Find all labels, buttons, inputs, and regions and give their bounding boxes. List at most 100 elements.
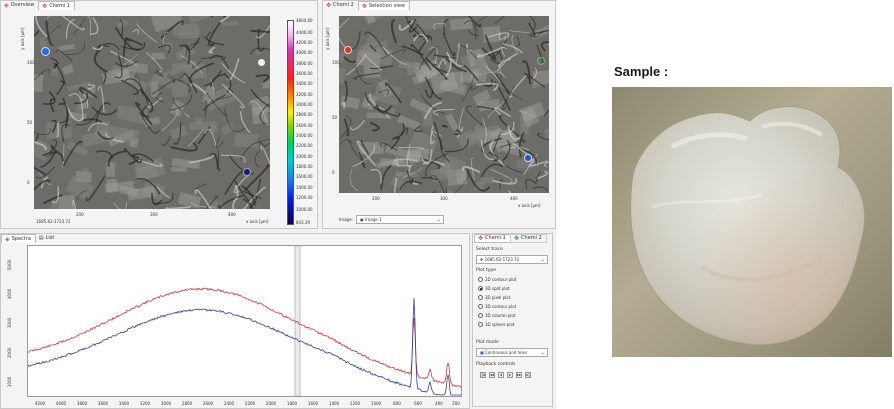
spectrum-y-tick: 1000: [7, 376, 12, 387]
colorbar-tick: 1200.00: [296, 195, 313, 200]
radio-button[interactable]: [478, 322, 483, 327]
colorbar-tick: 2400.00: [296, 133, 313, 138]
selection-micrograph[interactable]: [339, 16, 549, 193]
spectrum-y-tick: 4000: [7, 288, 12, 299]
plot-type-option[interactable]: 3D sphere plot: [478, 322, 514, 327]
colorbar-tick: 4000.00: [296, 50, 313, 55]
micrograph-texture: [34, 16, 270, 209]
spectrum-x-tick: 1400: [328, 401, 340, 406]
spectrum-x-tick: 2400: [223, 401, 235, 406]
trace-select[interactable]: ✥ 1685.62-1723.72 ⌄: [476, 255, 548, 264]
plot-type-option[interactable]: 3D pixel plot: [478, 295, 510, 300]
colorbar-tick: 2200.00: [296, 143, 313, 148]
radio-button[interactable]: [478, 295, 483, 300]
radio-button[interactable]: [478, 304, 483, 309]
tab-list[interactable]: ▤ List: [36, 234, 58, 243]
tab-plot-chemi-2[interactable]: ✥ Chemi 2: [510, 234, 547, 243]
spectrum-series-blue: [27, 298, 461, 396]
plot-type-option[interactable]: 3D spot plot: [478, 286, 509, 291]
selection-x-tick: 400: [510, 196, 518, 201]
sample-photo: [612, 87, 892, 357]
colorbar-tick: 1600.00: [296, 174, 313, 179]
chemical-image-icon: ✥: [478, 235, 484, 242]
spectrum-series-red: [27, 287, 462, 388]
spectrum-plot[interactable]: [27, 245, 462, 397]
chevron-down-icon: ⌄: [436, 217, 441, 223]
spectrum-x-tick: 3000: [160, 401, 172, 406]
spectrum-x-tick: 3400: [118, 401, 130, 406]
plot-type-option[interactable]: 2D contour plot: [478, 277, 516, 282]
radio-button-selected[interactable]: [478, 286, 483, 291]
spectrum-marker-blue[interactable]: [41, 47, 50, 56]
select-trace-label: Select trace: [476, 247, 503, 252]
step-back-button[interactable]: ◂: [498, 372, 504, 378]
selection-band[interactable]: [294, 245, 301, 397]
fast-forward-button[interactable]: ▸▸: [516, 372, 522, 378]
overview-tabs: ◈ Overview ✥ Chemi 1: [1, 1, 75, 10]
colorbar-tick: 4804.60: [296, 18, 313, 23]
overview-x-tick: 400: [228, 212, 236, 217]
colorbar-tick: 3400.00: [296, 81, 313, 86]
spectrum-marker-blue[interactable]: [524, 154, 532, 162]
selection-y-axis-label: y axis [µm]: [325, 27, 330, 51]
spectrum-x-tick: 1200: [349, 401, 361, 406]
spectrum-x-tick: 800: [393, 401, 401, 406]
first-frame-button[interactable]: |◂: [480, 372, 486, 378]
selection-icon: ✥: [361, 2, 367, 10]
tab-overview[interactable]: ◈ Overview: [1, 1, 38, 10]
chevron-down-icon: ⌄: [540, 257, 545, 263]
spectrum-x-tick: 1800: [286, 401, 298, 406]
image-select[interactable]: ▣ Image 1 ⌄: [356, 215, 444, 224]
tab-chemi-1[interactable]: ✥ Chemi 1: [38, 1, 75, 10]
plot-type-option[interactable]: 3D column plot: [478, 313, 516, 318]
spectrum-marker-red[interactable]: [344, 46, 352, 54]
play-button[interactable]: ▸: [507, 372, 513, 378]
tab-selection-view[interactable]: ✥ Selection view: [357, 1, 410, 10]
colorbar-tick: 3800.00: [296, 61, 313, 66]
overview-y-axis-label: y axis [µm]: [20, 27, 25, 51]
colorbar-tick: 2000.00: [296, 154, 313, 159]
spectrum-marker-navy[interactable]: [243, 168, 251, 176]
spectrum-marker-green[interactable]: [537, 57, 545, 65]
overview-icon: ◈: [4, 2, 9, 9]
spectrum-x-tick: 2000: [265, 401, 277, 406]
last-frame-button[interactable]: ▸|: [525, 372, 531, 378]
mineral-sample-image: [630, 105, 865, 346]
spectrum-plot-area: [27, 245, 462, 397]
selection-x-tick: 300: [440, 196, 448, 201]
spectra-tabs: ◈ Spectra ▤ List: [1, 234, 58, 243]
rewind-button[interactable]: ◂◂: [489, 372, 495, 378]
intensity-colorbar: [287, 20, 294, 225]
playback-controls-label: Playback controls: [476, 362, 516, 367]
spectra-icon: ◈: [5, 235, 10, 243]
colorbar-tick: 1000.00: [296, 207, 313, 212]
tab-plot-chemi-1[interactable]: ✥ Chemi 1: [474, 234, 511, 243]
colorbar-tick: 3200.00: [296, 92, 313, 97]
selection-tabs: ✥ Chemi 2 ✥ Selection view: [323, 1, 410, 10]
tab-chemi-2[interactable]: ✥ Chemi 2: [323, 1, 358, 10]
spectroscopy-app: ◈ Overview ✥ Chemi 1 y axis [µm] 100 50 0 …: [0, 0, 556, 409]
chemical-image-icon: ✥: [42, 2, 48, 10]
spectrum-x-tick: 2800: [181, 401, 193, 406]
tab-spectra[interactable]: ◈ Spectra: [1, 234, 36, 243]
colorbar-tick: 2600.00: [296, 123, 313, 128]
colorbar-tick: 1800.00: [296, 164, 313, 169]
micrograph-texture: [339, 16, 549, 193]
colorbar-tick: 4400.00: [296, 30, 313, 35]
radio-button[interactable]: [478, 277, 483, 282]
spectrum-x-tick: 1600: [307, 401, 319, 406]
radio-button[interactable]: [478, 313, 483, 318]
plot-type-option[interactable]: 3D contour plot: [478, 304, 516, 309]
spectrum-y-tick: 5000: [7, 259, 12, 270]
spectrum-marker-white[interactable]: [258, 59, 265, 66]
plot-mode-select[interactable]: ■ Continuous and lines ⌄: [476, 348, 548, 357]
spectrum-x-tick: 4200: [34, 401, 46, 406]
selection-y-tick: 50: [332, 115, 338, 120]
spectrum-y-tick: 2000: [7, 347, 12, 358]
spectrum-x-tick: 600: [414, 401, 422, 406]
overview-x-tick: 300: [150, 212, 158, 217]
colorbar-tick: 3000.00: [296, 102, 313, 107]
overview-micrograph[interactable]: [34, 16, 270, 209]
spectrum-x-tick: 3600: [97, 401, 109, 406]
colorbar-tick: 843.39: [296, 220, 310, 225]
